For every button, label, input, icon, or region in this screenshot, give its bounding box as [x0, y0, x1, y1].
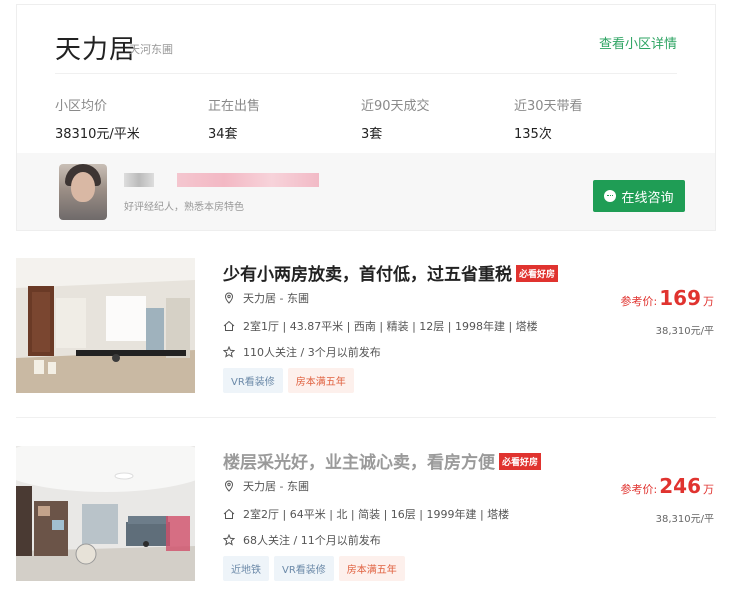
- stat-avg-price: 小区均价 38310元/平米: [55, 95, 140, 142]
- stat-value: 38310元/平米: [55, 127, 140, 142]
- listing-title-text: 楼层采光好，业主诚心卖，看房方便: [223, 453, 495, 473]
- agent-name-redacted: [124, 173, 154, 187]
- price-label: 参考价:: [620, 295, 658, 308]
- stat-value: 3套: [361, 127, 383, 142]
- agent-phone-redacted: [177, 173, 319, 187]
- tag-near-subway[interactable]: 近地铁: [223, 556, 269, 581]
- listing-item: 少有小两房放卖，首付低，过五省重税 必看好房 天力居 - 东圃 2室1厅 | 43…: [16, 258, 716, 393]
- community-name: 天力居: [55, 35, 137, 65]
- divider: [55, 73, 677, 74]
- listing-info: 2室1厅 | 43.87平米 | 西南 | 精装 | 12层 | 1998年建 …: [223, 318, 538, 334]
- price-value: 169: [659, 286, 701, 310]
- stat-label: 小区均价: [55, 99, 108, 114]
- listing-location[interactable]: 天力居 - 东圃: [223, 290, 309, 306]
- listing-price: 参考价: 169 万: [621, 286, 714, 310]
- tag-vr[interactable]: VR看装修: [223, 368, 283, 393]
- tag-vr[interactable]: VR看装修: [274, 556, 334, 581]
- stat-label: 近90天成交: [361, 99, 430, 114]
- stat-visits-30d: 近30天带看 135次: [514, 95, 583, 142]
- price-unit: 万: [703, 295, 714, 308]
- price-label: 参考价:: [620, 483, 658, 496]
- community-detail-link[interactable]: 查看小区详情: [599, 33, 677, 52]
- stat-label: 正在出售: [208, 99, 261, 114]
- star-icon: [223, 346, 235, 358]
- unit-price: 38,310元/平: [655, 514, 714, 525]
- listing-title-text: 少有小两房放卖，首付低，过五省重税: [223, 265, 512, 285]
- online-consult-button[interactable]: 在线咨询: [593, 180, 685, 212]
- follow-text: 110人关注 / 3个月以前发布: [243, 346, 381, 359]
- listing-info: 2室2厅 | 64平米 | 北 | 简装 | 16层 | 1999年建 | 塔楼: [223, 506, 509, 522]
- listing-photo[interactable]: [16, 258, 195, 393]
- community-card: 天力居 天河东圃 查看小区详情 小区均价 38310元/平米 正在出售 34套 …: [16, 4, 716, 231]
- info-text: 2室2厅 | 64平米 | 北 | 简装 | 16层 | 1999年建 | 塔楼: [243, 508, 510, 521]
- location-text: 天力居 - 东圃: [243, 292, 309, 305]
- house-icon: [223, 320, 235, 331]
- star-icon: [223, 534, 235, 546]
- location-text: 天力居 - 东圃: [243, 480, 309, 493]
- stat-value: 34套: [208, 127, 238, 142]
- must-see-badge: 必看好房: [499, 453, 542, 470]
- stat-on-sale: 正在出售 34套: [208, 95, 260, 142]
- listing-location[interactable]: 天力居 - 东圃: [223, 478, 309, 494]
- follow-text: 68人关注 / 11个月以前发布: [243, 534, 381, 547]
- info-text: 2室1厅 | 43.87平米 | 西南 | 精装 | 12层 | 1998年建 …: [243, 320, 538, 333]
- price-unit: 万: [703, 483, 714, 496]
- stat-label: 近30天带看: [514, 99, 583, 114]
- community-district: 天河东圃: [129, 43, 173, 56]
- agent-avatar[interactable]: [59, 164, 107, 220]
- listing-tags: 近地铁 VR看装修 房本满五年: [223, 556, 405, 581]
- house-icon: [223, 508, 235, 519]
- tag-five-years[interactable]: 房本满五年: [338, 556, 405, 581]
- chat-bubble-icon: [604, 190, 617, 202]
- consult-label: 在线咨询: [621, 190, 674, 206]
- listing-item: 楼层采光好，业主诚心卖，看房方便 必看好房 天力居 - 东圃 2室2厅 | 64平…: [16, 446, 716, 581]
- stat-value: 135次: [514, 127, 552, 142]
- tag-five-years[interactable]: 房本满五年: [287, 368, 354, 393]
- location-pin-icon: [224, 292, 234, 304]
- must-see-badge: 必看好房: [516, 265, 559, 282]
- listing-title[interactable]: 少有小两房放卖，首付低，过五省重税 必看好房: [223, 260, 559, 285]
- listing-follow: 110人关注 / 3个月以前发布: [223, 344, 381, 360]
- listing-follow: 68人关注 / 11个月以前发布: [223, 532, 381, 548]
- location-pin-icon: [224, 480, 234, 492]
- agent-description: 好评经纪人，熟悉本房特色: [124, 202, 244, 213]
- unit-price: 38,310元/平: [655, 326, 714, 337]
- listing-title[interactable]: 楼层采光好，业主诚心卖，看房方便 必看好房: [223, 448, 542, 473]
- listing-price: 参考价: 246 万: [621, 474, 714, 498]
- listing-photo[interactable]: [16, 446, 195, 581]
- price-value: 246: [659, 474, 701, 498]
- stat-deals-90d: 近90天成交 3套: [361, 95, 430, 142]
- listing-tags: VR看装修 房本满五年: [223, 368, 354, 393]
- agent-panel: 好评经纪人，熟悉本房特色 在线咨询: [17, 153, 715, 230]
- listing-divider: [16, 417, 716, 418]
